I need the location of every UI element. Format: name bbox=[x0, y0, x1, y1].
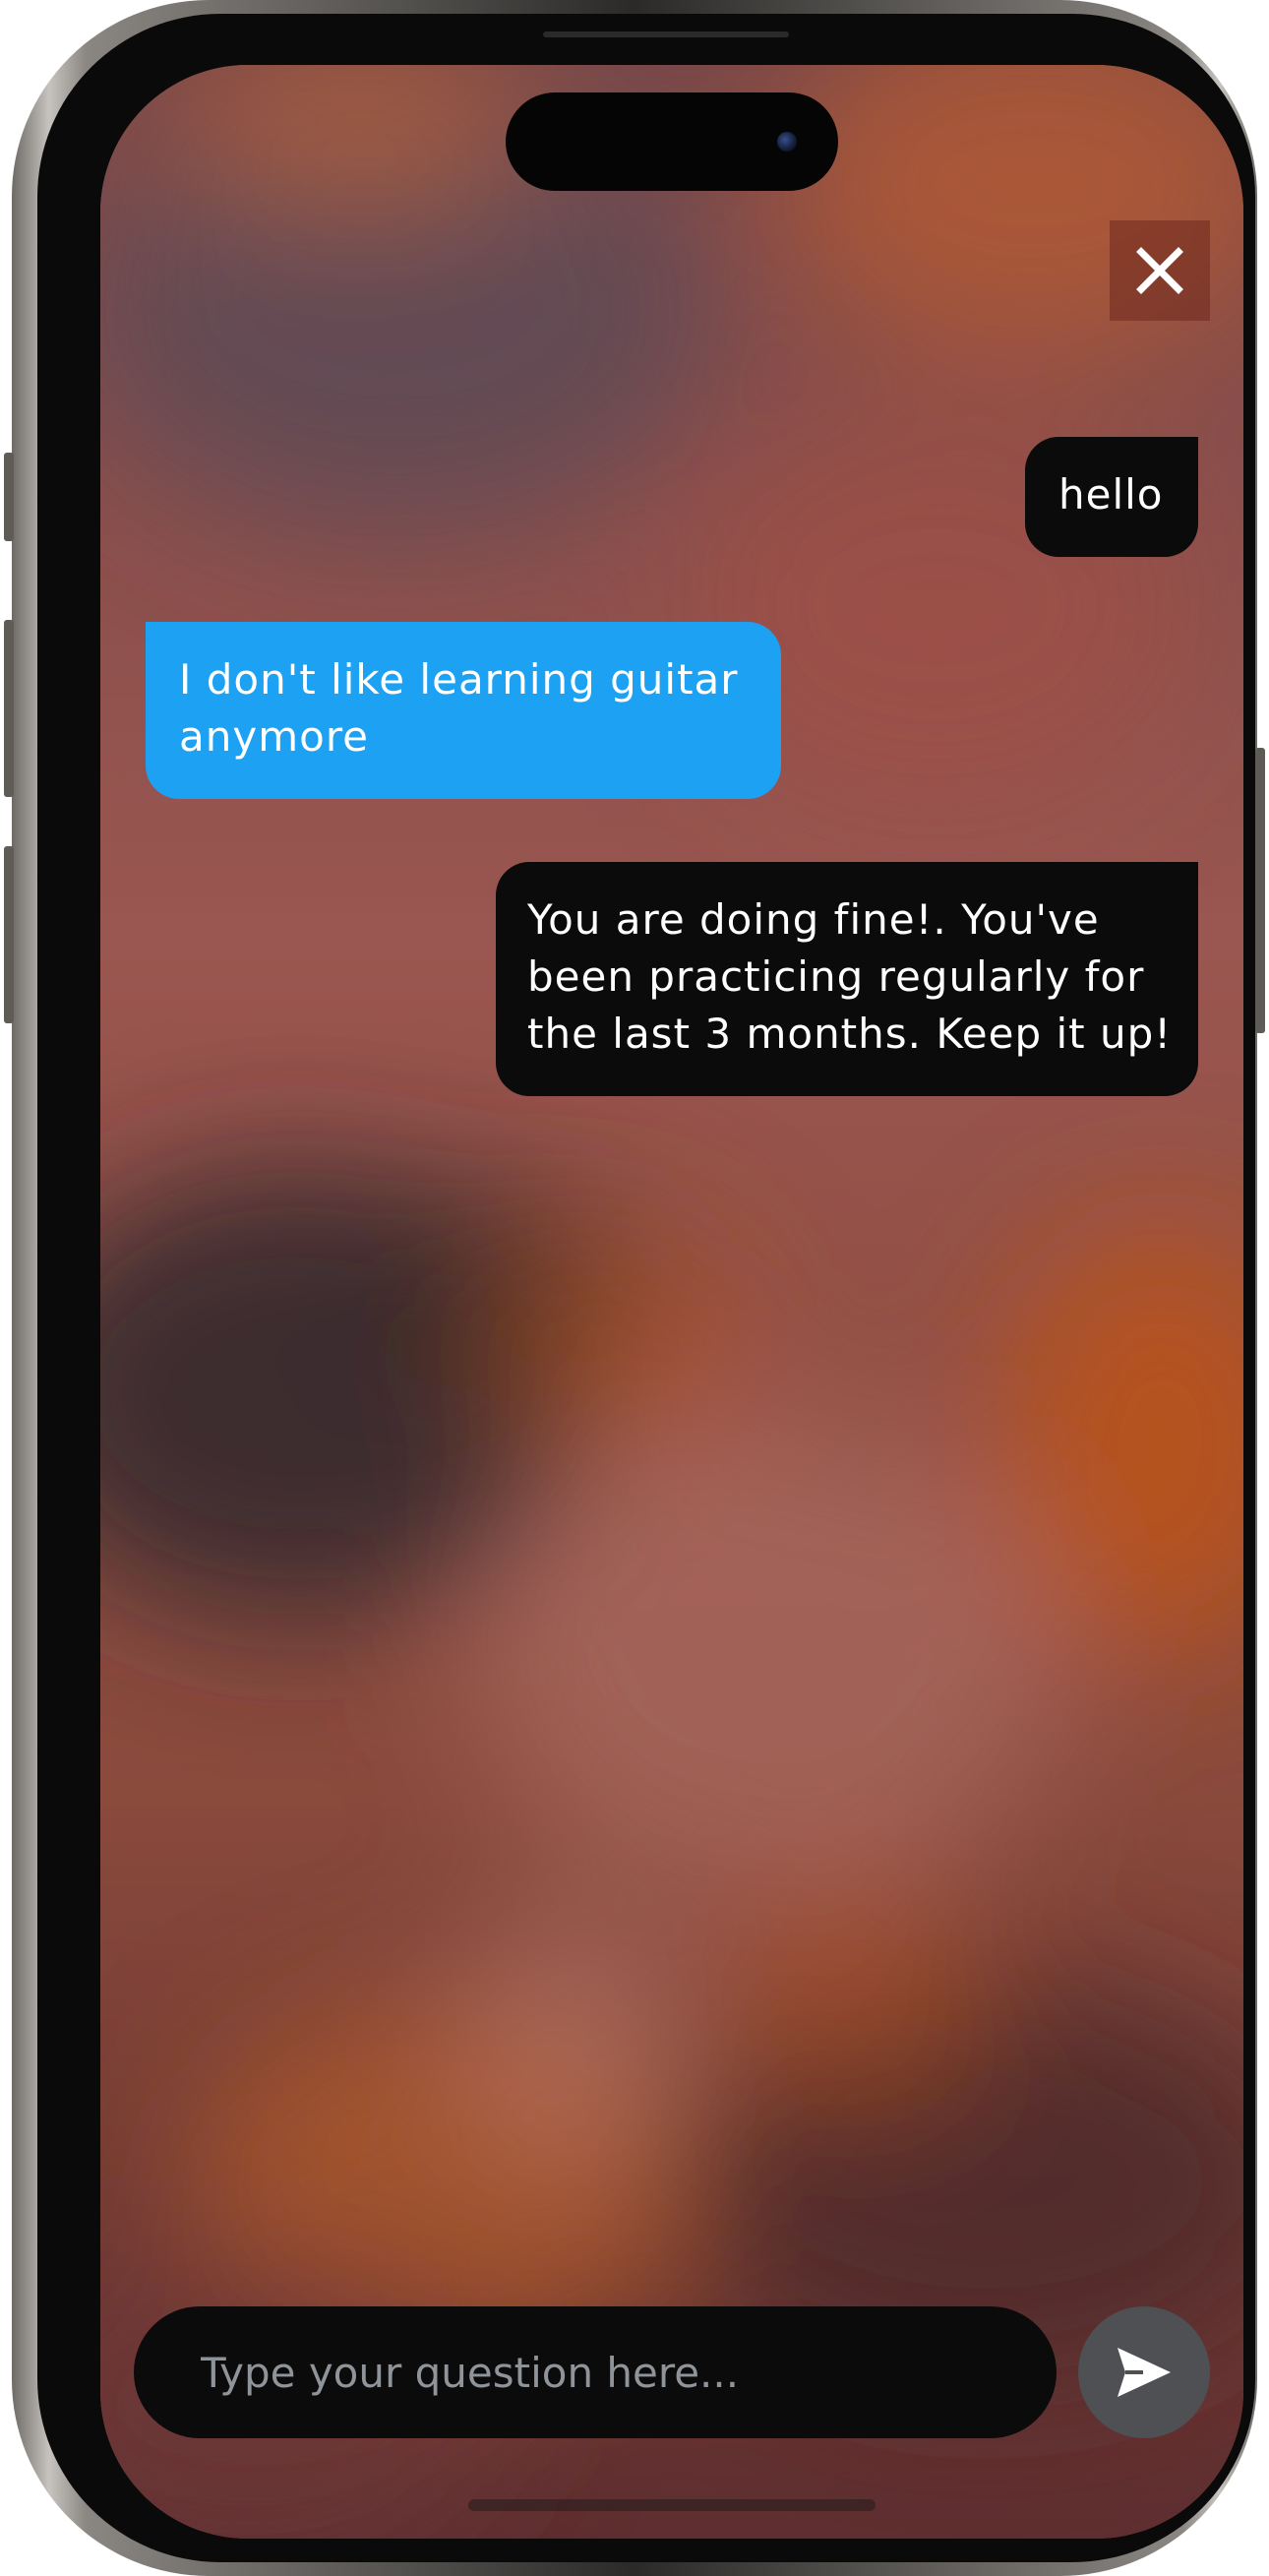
user-message-bubble: You are doing fine!. You've been practic… bbox=[496, 862, 1198, 1096]
message-text: I don't like learning guitar anymore bbox=[179, 655, 739, 761]
app-screen: hello I don't like learning guitar anymo… bbox=[100, 65, 1243, 2539]
phone-frame: hello I don't like learning guitar anymo… bbox=[4, 0, 1265, 2576]
message-text: hello bbox=[1058, 470, 1164, 519]
question-input-container bbox=[134, 2306, 1057, 2438]
phone-bezel: hello I don't like learning guitar anymo… bbox=[37, 14, 1255, 2562]
message-text: You are doing fine!. You've been practic… bbox=[527, 895, 1173, 1058]
action-button bbox=[4, 453, 14, 541]
assistant-message-bubble: I don't like learning guitar anymore bbox=[146, 622, 781, 799]
home-indicator bbox=[468, 2499, 876, 2511]
close-icon bbox=[1136, 247, 1183, 294]
send-button[interactable] bbox=[1078, 2306, 1210, 2438]
close-button[interactable] bbox=[1110, 220, 1210, 321]
front-camera bbox=[777, 132, 797, 152]
volume-down-button bbox=[4, 846, 14, 1023]
power-button bbox=[1255, 748, 1265, 1033]
send-icon bbox=[1118, 2348, 1171, 2397]
user-message-bubble: hello bbox=[1025, 437, 1198, 557]
volume-up-button bbox=[4, 620, 14, 797]
question-input[interactable] bbox=[199, 2347, 1009, 2398]
speaker-grille bbox=[543, 31, 789, 37]
dynamic-island bbox=[506, 92, 838, 191]
